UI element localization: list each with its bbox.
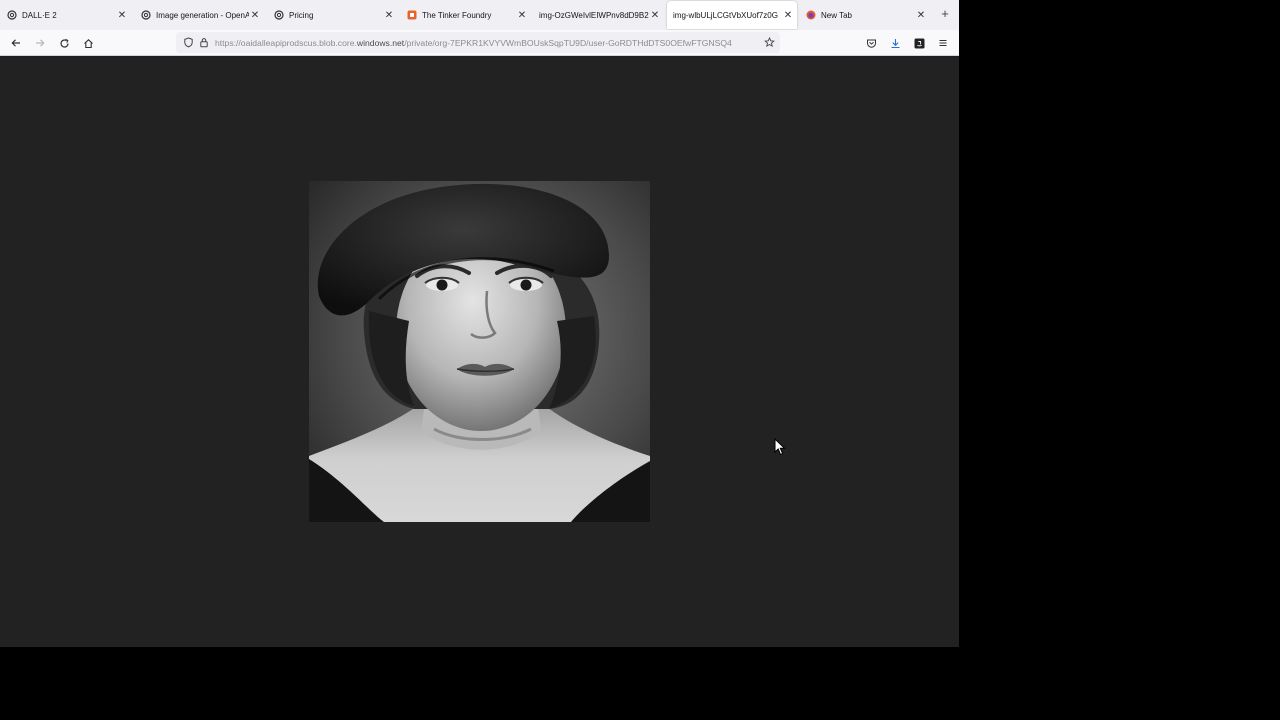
brand-icon xyxy=(406,10,417,21)
new-tab-button[interactable]: + xyxy=(938,6,952,22)
app-menu-button[interactable] xyxy=(935,35,951,51)
tab-dalle[interactable]: DALL·E 2 ✕ xyxy=(6,0,128,30)
close-tab-icon[interactable]: ✕ xyxy=(516,10,528,21)
tab-strip: DALL·E 2 ✕ Image generation - OpenAI ✕ P… xyxy=(0,0,959,30)
address-bar[interactable]: https://oaidalleapiprodscus.blob.core.wi… xyxy=(176,32,780,53)
portrait-image[interactable] xyxy=(309,181,650,522)
tab-title: The Tinker Foundry xyxy=(422,10,492,20)
amazon-icon xyxy=(914,38,924,48)
tab-title: DALL·E 2 xyxy=(22,10,57,20)
forward-arrow-icon xyxy=(36,39,45,47)
home-button[interactable] xyxy=(80,35,96,51)
close-tab-icon[interactable]: ✕ xyxy=(782,10,794,21)
openai-icon xyxy=(6,10,17,21)
openai-icon xyxy=(273,10,284,21)
hamburger-menu-icon xyxy=(939,39,947,47)
tab-title: img-wlbULjLCGtVbXUof7z0G xyxy=(673,10,778,20)
page-content xyxy=(0,57,959,647)
mouse-cursor-icon xyxy=(774,438,786,456)
close-tab-icon[interactable]: ✕ xyxy=(915,10,927,21)
tab-new-tab[interactable]: New Tab ✕ xyxy=(805,0,927,30)
close-tab-icon[interactable]: ✕ xyxy=(649,10,661,21)
tracking-shield-icon[interactable] xyxy=(180,35,196,51)
close-tab-icon[interactable]: ✕ xyxy=(116,10,128,21)
bookmark-star-icon[interactable] xyxy=(761,35,777,51)
tab-title: New Tab xyxy=(821,10,852,20)
downloads-button[interactable] xyxy=(887,35,903,51)
pocket-button[interactable] xyxy=(863,35,879,51)
openai-icon xyxy=(140,10,151,21)
amazon-extension-button[interactable] xyxy=(911,35,927,51)
reload-button[interactable] xyxy=(56,35,72,51)
reload-icon xyxy=(59,38,69,48)
download-icon xyxy=(891,38,899,48)
close-tab-icon[interactable]: ✕ xyxy=(249,10,261,21)
tab-image-1[interactable]: img-OzGWeIvlEIWPnv8dD9B2 ✕ xyxy=(539,0,661,30)
pocket-icon xyxy=(866,39,876,48)
tab-title: Pricing xyxy=(289,10,314,20)
tab-title: Image generation - OpenAI xyxy=(156,10,249,20)
tab-pricing[interactable]: Pricing ✕ xyxy=(273,0,395,30)
tab-image-2-active[interactable]: img-wlbULjLCGtVbXUof7z0G ✕ xyxy=(667,1,797,29)
url-text[interactable]: https://oaidalleapiprodscus.blob.core.wi… xyxy=(215,38,761,48)
firefox-icon xyxy=(805,10,816,21)
navigation-toolbar: https://oaidalleapiprodscus.blob.core.wi… xyxy=(0,30,959,56)
forward-button[interactable] xyxy=(32,35,48,51)
tab-image-generation[interactable]: Image generation - OpenAI ✕ xyxy=(140,0,261,30)
close-tab-icon[interactable]: ✕ xyxy=(383,10,395,21)
tab-tinker-foundry[interactable]: The Tinker Foundry ✕ xyxy=(406,0,528,30)
back-arrow-icon xyxy=(11,39,20,47)
back-button[interactable] xyxy=(8,35,24,51)
browser-window: DALL·E 2 ✕ Image generation - OpenAI ✕ P… xyxy=(0,0,959,647)
lock-icon[interactable] xyxy=(196,35,212,51)
home-icon xyxy=(83,38,93,48)
tab-title: img-OzGWeIvlEIWPnv8dD9B2 xyxy=(539,10,649,20)
